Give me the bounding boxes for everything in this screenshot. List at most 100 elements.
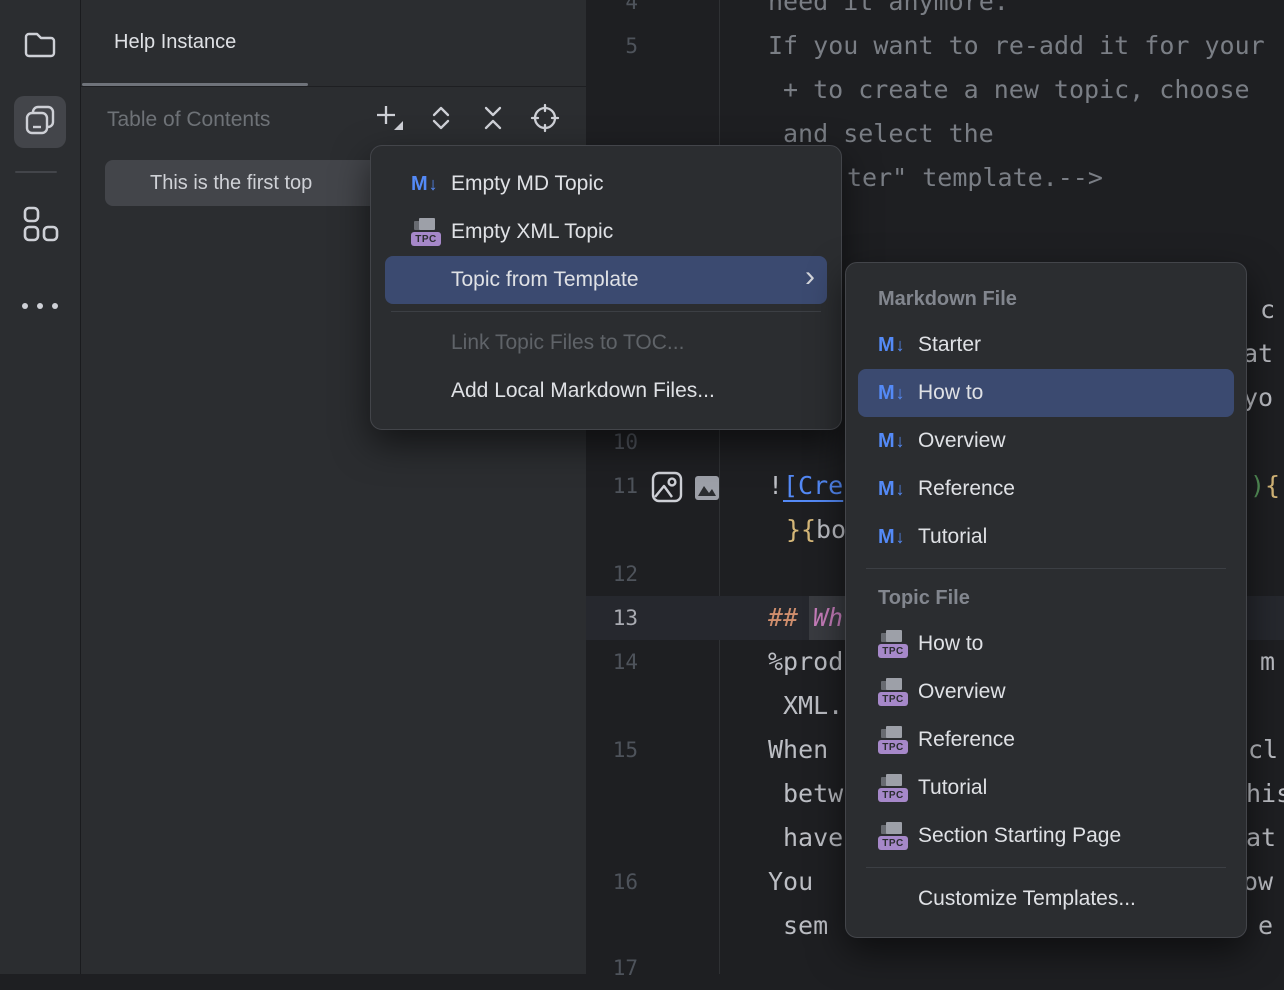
- code-text: sem: [783, 904, 828, 948]
- image-preview-outline-icon[interactable]: [650, 470, 684, 509]
- menu-item-label: Topic from Template: [451, 268, 639, 292]
- add-topic-button[interactable]: [372, 103, 406, 137]
- line-number: 16: [588, 860, 638, 904]
- menu-item-reference[interactable]: M↓Reference: [858, 465, 1234, 513]
- menu-item-label: How to: [918, 632, 983, 656]
- code-text: cl: [1248, 728, 1278, 772]
- menu-item-label: Empty XML Topic: [451, 220, 613, 244]
- sidebar-divider: [15, 171, 57, 173]
- structure-icon: [21, 205, 59, 248]
- line-number: 13: [588, 596, 638, 640]
- menu-item-overview[interactable]: M↓Overview: [858, 417, 1234, 465]
- activity-bar: [0, 0, 81, 974]
- menu-item-label: Starter: [918, 333, 981, 357]
- more-icon: [22, 303, 58, 309]
- code-text: at: [1246, 816, 1276, 860]
- sidebar-item-more[interactable]: [14, 280, 66, 332]
- menu-item-how-to[interactable]: TPCHow to: [858, 620, 1234, 668]
- code-text: ##: [768, 596, 798, 640]
- folder-icon: [22, 26, 58, 67]
- active-tab-indicator: [82, 83, 308, 86]
- line-number: 11: [588, 464, 638, 508]
- line-number: 12: [588, 552, 638, 596]
- plus-dropdown-icon: [373, 102, 405, 139]
- menu-item-add-local-markdown-files[interactable]: Add Local Markdown Files...: [385, 367, 827, 415]
- menu-item-topic-from-template[interactable]: Topic from Template ›: [385, 256, 827, 304]
- sidebar-item-structure[interactable]: [14, 200, 66, 252]
- code-text: !: [768, 464, 783, 508]
- crosshair-target-icon: [530, 103, 560, 138]
- topic-file-icon: TPC: [411, 218, 451, 246]
- image-preview-filled-icon[interactable]: [694, 475, 720, 506]
- menu-separator: [391, 311, 821, 312]
- code-text: ): [1250, 464, 1265, 508]
- menu-item-tutorial[interactable]: TPCTutorial: [858, 764, 1234, 812]
- code-text: at: [1243, 332, 1273, 376]
- menu-item-label: Reference: [918, 477, 1015, 501]
- menu-item-empty-xml-topic[interactable]: TPCEmpty XML Topic: [385, 208, 827, 256]
- menu-item-label: Section Starting Page: [918, 824, 1121, 848]
- code-text: c: [1260, 288, 1275, 332]
- menu-item-label: Tutorial: [918, 525, 987, 549]
- code-text: need it anymore.: [768, 0, 1009, 24]
- menu-item-starter[interactable]: M↓Starter: [858, 321, 1234, 369]
- menu-item-label: Empty MD Topic: [451, 172, 604, 196]
- menu-item-overview[interactable]: TPCOverview: [858, 668, 1234, 716]
- menu-item-empty-md-topic[interactable]: M↓Empty MD Topic: [385, 160, 827, 208]
- sidebar-item-help-instance[interactable]: [14, 96, 66, 148]
- code-text: {: [1265, 464, 1280, 508]
- topic-from-template-submenu: Markdown FileM↓StarterM↓How toM↓Overview…: [845, 262, 1247, 938]
- expand-all-button[interactable]: [424, 103, 458, 137]
- tool-window-title: Help Instance: [114, 0, 236, 84]
- markdown-file-icon: M↓: [878, 478, 918, 501]
- code-text: betw: [783, 772, 843, 816]
- code-text: e: [1258, 904, 1273, 948]
- toc-toolbar: Table of Contents: [80, 87, 586, 153]
- tool-window-header: Help Instance: [80, 0, 586, 87]
- menu-group-header-markdown-file: Markdown File: [846, 277, 1246, 321]
- topic-file-icon: TPC: [878, 726, 918, 754]
- menu-item-section-starting-page[interactable]: TPCSection Starting Page: [858, 812, 1234, 860]
- code-text: [Cre: [783, 464, 843, 508]
- code-text: ow: [1243, 860, 1273, 904]
- markdown-file-icon: M↓: [878, 334, 918, 357]
- markdown-file-icon: M↓: [878, 382, 918, 405]
- menu-group-header-topic-file: Topic File: [846, 576, 1246, 620]
- code-text: his: [1246, 772, 1284, 816]
- code-text: m: [1260, 640, 1275, 684]
- code-text: If you want to re-add it for your: [768, 24, 1265, 68]
- topic-file-icon: TPC: [878, 630, 918, 658]
- code-text: }{: [786, 508, 816, 552]
- menu-item-customize-templates[interactable]: Customize Templates...: [858, 875, 1234, 923]
- collapse-all-icon: [479, 104, 507, 137]
- code-text: Wh: [809, 596, 847, 640]
- code-text: You: [768, 860, 813, 904]
- line-number: 14: [588, 640, 638, 684]
- code-text: yo: [1243, 376, 1273, 420]
- menu-item-reference[interactable]: TPCReference: [858, 716, 1234, 764]
- menu-item-how-to[interactable]: M↓How to: [858, 369, 1234, 417]
- code-text: bo: [816, 508, 846, 552]
- code-text: + to create a new topic, choose: [783, 68, 1250, 112]
- menu-item-tutorial[interactable]: M↓Tutorial: [858, 513, 1234, 561]
- code-text: XML.: [783, 684, 843, 728]
- menu-item-link-topic-files-to-toc[interactable]: Link Topic Files to TOC...: [385, 319, 827, 367]
- sidebar-item-project[interactable]: [14, 20, 66, 72]
- line-number: 15: [588, 728, 638, 772]
- topic-file-icon: TPC: [878, 678, 918, 706]
- code-text: %prod: [768, 640, 843, 684]
- markdown-file-icon: M↓: [411, 173, 451, 196]
- collapse-all-button[interactable]: [476, 103, 510, 137]
- menu-item-label: Overview: [918, 680, 1006, 704]
- menu-separator: [866, 867, 1226, 868]
- stacked-pages-icon: [23, 103, 57, 142]
- menu-item-label: Link Topic Files to TOC...: [451, 331, 684, 355]
- topic-file-icon: TPC: [878, 822, 918, 850]
- menu-item-label: Customize Templates...: [918, 887, 1136, 911]
- line-number: 5: [588, 24, 638, 68]
- locate-selection-button[interactable]: [528, 103, 562, 137]
- expand-all-icon: [427, 104, 455, 137]
- code-text: ter" template.-->: [847, 156, 1103, 200]
- menu-item-label: Add Local Markdown Files...: [451, 379, 715, 403]
- submenu-chevron-icon: ›: [805, 262, 815, 292]
